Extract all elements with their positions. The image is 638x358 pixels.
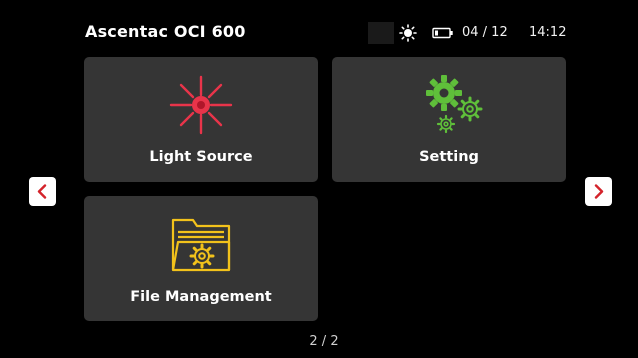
file-management-label: File Management (130, 289, 272, 305)
brightness-icon (399, 24, 417, 42)
gears-icon (426, 75, 483, 134)
device-screen: Ascentac OCI 600 04 / 12 14:12 Light Sou… (0, 0, 638, 358)
status-date: 04 / 12 (462, 25, 508, 40)
app-title: Ascentac OCI 600 (85, 22, 246, 41)
chevron-left-icon (37, 184, 47, 199)
laser-starburst-icon (169, 75, 233, 135)
battery-icon (432, 27, 453, 39)
file-management-tile[interactable]: File Management (84, 196, 318, 321)
page-indicator: 2 / 2 (309, 334, 339, 349)
folder-gear-icon (171, 218, 231, 272)
previous-page-button[interactable] (29, 177, 56, 206)
light-source-label: Light Source (149, 149, 253, 165)
chevron-right-icon (594, 184, 604, 199)
status-bar: 04 / 12 14:12 (368, 22, 578, 44)
light-source-tile[interactable]: Light Source (84, 57, 318, 182)
setting-label: Setting (419, 149, 479, 165)
status-time: 14:12 (529, 25, 567, 40)
status-indicator-block (368, 22, 394, 44)
next-page-button[interactable] (585, 177, 612, 206)
setting-tile[interactable]: Setting (332, 57, 566, 182)
